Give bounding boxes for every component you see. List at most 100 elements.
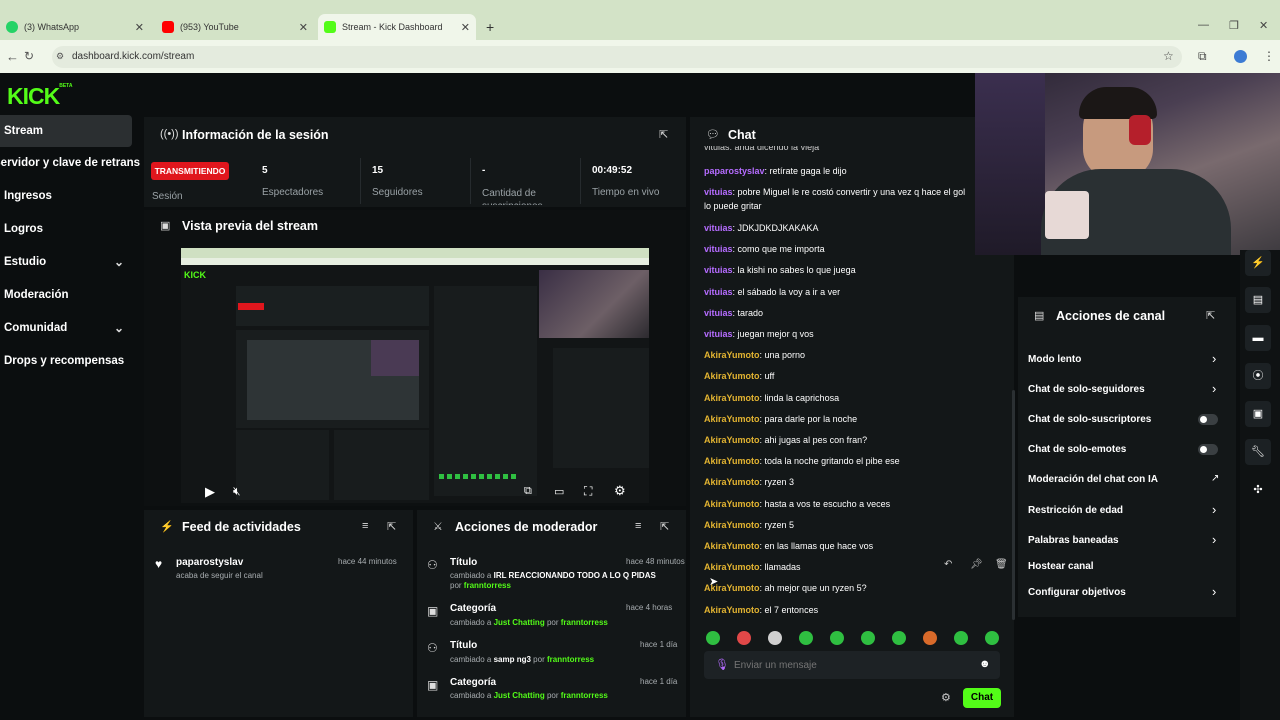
mod-item-user[interactable]: franntorress xyxy=(561,691,608,700)
theater-icon[interactable]: ▭ xyxy=(554,485,564,498)
tab-whatsapp[interactable]: (3) WhatsApp ✕ xyxy=(0,14,150,40)
site-info-icon[interactable]: ⚙ xyxy=(56,51,64,62)
chat-settings-icon[interactable]: ⚙ xyxy=(941,691,951,704)
subscribers-only-toggle[interactable] xyxy=(1198,414,1218,425)
popout-icon[interactable]: ⇱ xyxy=(1206,309,1215,322)
lightning-icon[interactable]: ⚡ xyxy=(1245,250,1271,276)
chat-username[interactable]: AkiraYumoto xyxy=(704,541,760,551)
microphone-icon[interactable]: 🎙︎ xyxy=(715,658,729,671)
filter-icon[interactable]: ≡ xyxy=(362,520,368,532)
document-icon[interactable]: ▤ xyxy=(1245,287,1271,313)
chat-scrollbar[interactable] xyxy=(1012,390,1015,620)
emote-icon[interactable] xyxy=(892,631,906,645)
emote-icon[interactable] xyxy=(799,631,813,645)
chat-message[interactable]: AkiraYumoto: para darle por la noche xyxy=(704,414,857,424)
broadcast-icon[interactable]: ⦿ xyxy=(1245,363,1271,389)
sidebar-item-drops[interactable]: Drops y recompensas xyxy=(4,345,136,377)
chat-message[interactable]: AkiraYumoto: ahi jugas al pes con fran? xyxy=(704,435,867,445)
action-host-channel[interactable]: Hostear canal xyxy=(1028,561,1094,572)
play-icon[interactable]: ▶ xyxy=(205,484,215,500)
emote-icon[interactable] xyxy=(830,631,844,645)
emote-icon[interactable] xyxy=(985,631,999,645)
sidebar-item-server-key[interactable]: Servidor y clave de retransmisión xyxy=(0,147,140,179)
reload-icon[interactable]: ↻ xyxy=(24,49,34,63)
sidebar-item-ingresos[interactable]: Ingresos xyxy=(4,180,136,212)
reply-icon[interactable]: ↶ xyxy=(944,559,952,570)
chat-message[interactable]: AkiraYumoto: linda la caprichosa xyxy=(704,393,839,403)
chat-username[interactable]: vituias xyxy=(704,223,733,233)
mod-item-user[interactable]: franntorress xyxy=(547,655,594,664)
chat-message[interactable]: vituias: la kishi no sabes lo que juega xyxy=(704,265,856,275)
close-window-icon[interactable]: ✕ xyxy=(1259,19,1268,32)
chevron-right-icon[interactable]: › xyxy=(1212,584,1216,599)
chevron-right-icon[interactable]: › xyxy=(1212,532,1216,547)
action-slow-mode[interactable]: Modo lento xyxy=(1028,354,1081,365)
pip-icon[interactable]: ⧉ xyxy=(524,485,532,498)
emote-icon[interactable] xyxy=(737,631,751,645)
mod-item-user[interactable]: franntorress xyxy=(561,618,608,627)
chat-message[interactable]: AkiraYumoto: uff xyxy=(704,371,774,381)
chat-username[interactable]: vituias xyxy=(704,308,733,318)
chat-message[interactable]: AkiraYumoto: hasta a vos te escucho a ve… xyxy=(704,499,890,509)
chevron-right-icon[interactable]: › xyxy=(1212,502,1216,517)
chevron-right-icon[interactable]: › xyxy=(1212,351,1216,366)
chat-message[interactable]: AkiraYumoto: en las llamas que hace vos xyxy=(704,541,873,551)
action-ai-moderation[interactable]: Moderación del chat con IA xyxy=(1028,474,1158,485)
popout-icon[interactable]: ⇱ xyxy=(659,128,668,141)
sidebar-item-logros[interactable]: Logros xyxy=(4,213,136,245)
chat-bubble-icon[interactable]: ▬ xyxy=(1245,325,1271,351)
chat-message[interactable]: vituias: el sábado la voy a ir a ver xyxy=(704,287,840,297)
chat-username[interactable]: AkiraYumoto xyxy=(704,414,760,424)
action-age-restriction[interactable]: Restricción de edad xyxy=(1028,505,1123,516)
stream-preview-video[interactable]: KICK xyxy=(181,248,649,503)
chat-username[interactable]: AkiraYumoto xyxy=(704,520,760,530)
chat-username[interactable]: paparostyslav xyxy=(704,166,765,176)
chat-username[interactable]: vituias xyxy=(704,287,733,297)
action-emotes-only[interactable]: Chat de solo-emotes xyxy=(1028,444,1126,455)
back-icon[interactable]: ← xyxy=(6,49,19,64)
close-icon[interactable]: ✕ xyxy=(135,21,144,34)
action-subscribers-only[interactable]: Chat de solo-suscriptores xyxy=(1028,414,1151,425)
mod-item-user[interactable]: franntorress xyxy=(464,581,511,590)
pin-icon[interactable]: 📌︎ xyxy=(970,559,983,570)
chat-username[interactable]: vituias xyxy=(704,187,733,197)
sidebar-item-estudio[interactable]: Estudio ⌄ xyxy=(4,246,136,278)
chat-username[interactable]: vituias xyxy=(704,265,733,275)
wrench-icon[interactable]: 🔧︎ xyxy=(1245,439,1271,465)
chat-username[interactable]: AkiraYumoto xyxy=(704,350,760,360)
bookmark-star-icon[interactable]: ☆ xyxy=(1163,49,1174,63)
mute-icon[interactable]: 🔇︎ xyxy=(233,484,241,499)
minimize-icon[interactable]: — xyxy=(1198,19,1209,31)
emotes-only-toggle[interactable] xyxy=(1198,444,1218,455)
menu-kebab-icon[interactable]: ⋮ xyxy=(1263,49,1275,63)
profile-avatar[interactable] xyxy=(1234,50,1247,63)
chat-message[interactable]: AkiraYumoto: ah mejor que un ryzen 5? xyxy=(704,583,867,593)
popout-icon[interactable]: ⇱ xyxy=(387,520,396,533)
external-link-icon[interactable]: ↗ xyxy=(1211,473,1219,484)
sidebar-item-stream[interactable]: Stream xyxy=(0,115,132,147)
sidebar-item-comunidad[interactable]: Comunidad ⌄ xyxy=(4,312,136,344)
kick-logo[interactable]: KICKBETA xyxy=(7,83,72,110)
chevron-right-icon[interactable]: › xyxy=(1212,381,1216,396)
action-configure-goals[interactable]: Configurar objetivos xyxy=(1028,587,1126,598)
chat-username[interactable]: AkiraYumoto xyxy=(704,435,760,445)
chat-username[interactable]: vituias xyxy=(704,329,733,339)
emote-icon[interactable] xyxy=(954,631,968,645)
tab-youtube[interactable]: (953) YouTube ✕ xyxy=(156,14,314,40)
new-tab-icon[interactable]: + xyxy=(486,19,494,35)
preview-icon[interactable]: ▣ xyxy=(1245,401,1271,427)
fullscreen-icon[interactable]: ⛶ xyxy=(584,484,592,499)
chat-username[interactable]: vituias xyxy=(704,244,733,254)
close-icon[interactable]: ✕ xyxy=(461,21,470,34)
chat-message[interactable]: vituias: JDKJDKDJKAKAKA xyxy=(704,223,819,233)
chat-message[interactable]: vituias: como que me importa xyxy=(704,244,825,254)
action-banned-words[interactable]: Palabras baneadas xyxy=(1028,535,1119,546)
delete-icon[interactable]: 🗑︎ xyxy=(995,559,1008,570)
chat-username[interactable]: AkiraYumoto xyxy=(704,499,760,509)
chat-username[interactable]: AkiraYumoto xyxy=(704,371,760,381)
chat-message[interactable]: paparostyslav: retírate gaga le dijo xyxy=(704,166,847,176)
chat-send-button[interactable]: Chat xyxy=(963,688,1001,708)
settings-gear-icon[interactable]: ⚙ xyxy=(614,483,626,499)
emote-icon[interactable] xyxy=(923,631,937,645)
sidebar-item-moderacion[interactable]: Moderación xyxy=(4,279,136,311)
